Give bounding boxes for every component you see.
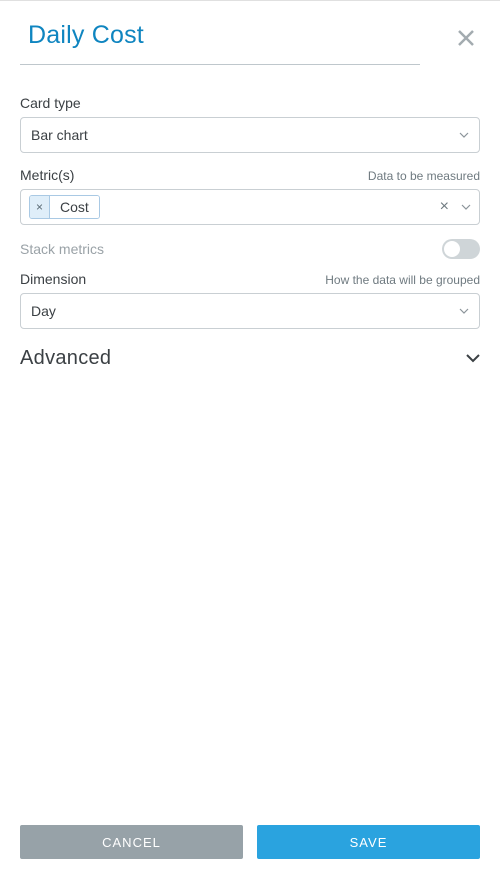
caret-down-icon [459,132,469,138]
metrics-field: Metric(s) Data to be measured × Cost × [20,167,480,225]
save-button[interactable]: SAVE [257,825,480,859]
metrics-select[interactable]: × Cost × [20,189,480,225]
metrics-label: Metric(s) [20,167,74,183]
stack-metrics-toggle[interactable] [442,239,480,259]
metric-tag: × Cost [29,195,100,219]
dimension-select[interactable]: Day [20,293,480,329]
clear-all-icon[interactable]: × [434,199,455,215]
advanced-label: Advanced [20,347,111,370]
card-type-value: Bar chart [31,127,453,143]
dimension-field: Dimension How the data will be grouped D… [20,271,480,329]
cancel-button[interactable]: CANCEL [20,825,243,859]
card-type-select[interactable]: Bar chart [20,117,480,153]
dimension-helper: How the data will be grouped [325,273,480,287]
form-content: Card type Bar chart Metric(s) Data to be… [0,1,500,811]
metrics-helper: Data to be measured [368,169,480,183]
toggle-knob [444,241,460,257]
chevron-down-icon [466,350,480,368]
title-row [20,15,480,60]
dimension-value: Day [31,303,453,319]
title-underline [20,64,420,65]
advanced-section-toggle[interactable]: Advanced [20,343,480,374]
footer-buttons: CANCEL SAVE [0,811,500,881]
caret-down-icon [459,308,469,314]
caret-down-icon[interactable] [461,204,471,210]
remove-tag-icon[interactable]: × [30,196,50,218]
metric-tag-label: Cost [50,196,99,218]
dimension-label: Dimension [20,271,86,287]
card-type-field: Card type Bar chart [20,95,480,153]
stack-metrics-label: Stack metrics [20,241,104,257]
close-icon[interactable] [452,24,480,52]
card-type-label: Card type [20,95,81,111]
stack-metrics-row: Stack metrics [20,239,480,259]
card-title-input[interactable] [20,15,452,60]
